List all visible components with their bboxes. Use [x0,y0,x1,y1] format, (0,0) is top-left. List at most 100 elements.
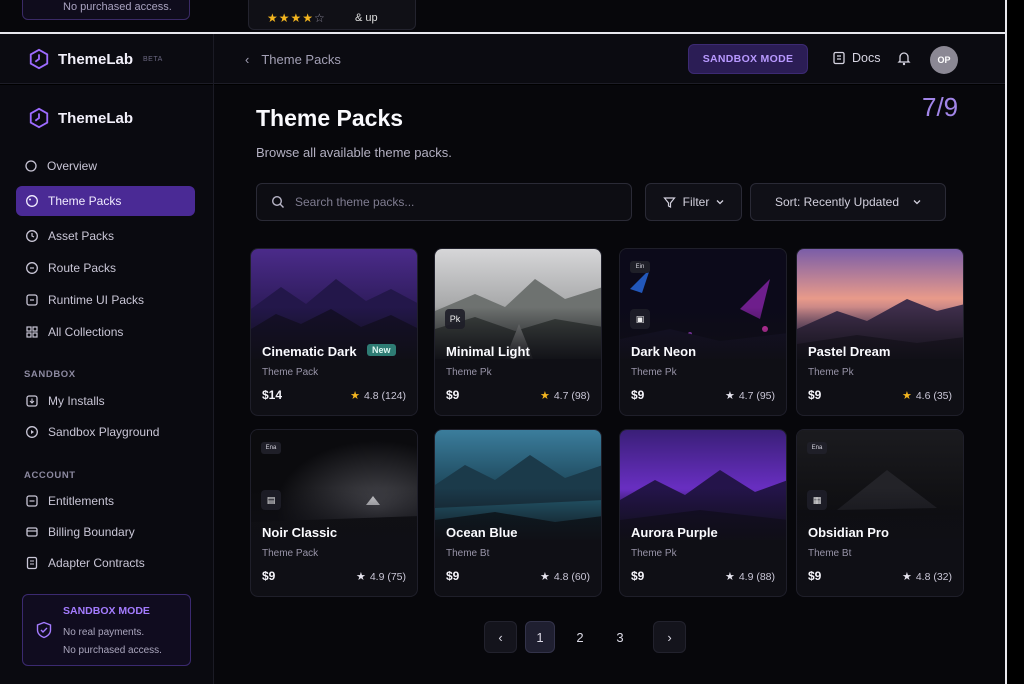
ghost-rating-stars: ★★★★☆ [267,11,326,25]
card-rating: ★ 4.9 (75) [355,570,406,584]
billing-icon [26,527,38,537]
sidebar-brand[interactable]: ThemeLab [28,107,133,129]
sidebar-item-label: Adapter Contracts [48,556,145,570]
top-brand[interactable]: ThemeLab BETA [28,48,163,70]
sandbox-notice-title: SANDBOX MODE [63,605,150,617]
installs-icon [26,395,38,407]
user-avatar[interactable]: OP [930,46,958,74]
card-price: $9 [262,569,276,583]
search-input[interactable] [295,195,615,209]
pagination-next-button[interactable]: › [653,621,686,653]
card-price: $14 [262,388,283,402]
search-box[interactable] [256,183,632,221]
grid-icon [26,326,38,338]
back-breadcrumb[interactable]: ‹ Theme Packs [245,52,341,67]
section-label-account: ACCOUNT [24,470,76,481]
chevron-right-icon: › [667,629,672,645]
sidebar-item-adapter-contracts[interactable]: Adapter Contracts [16,548,195,578]
card-price: $9 [446,569,460,583]
ghost-sidebar-text: No purchased access. [63,1,172,13]
card-title: Obsidian Pro [808,525,889,540]
sidebar-item-label: Sandbox Playground [48,425,160,439]
sidebar-item-overview[interactable]: Overview [14,151,193,181]
filter-label: Filter [682,195,710,209]
sidebar-item-billing-boundary[interactable]: Billing Boundary [16,517,195,547]
theme-card-dark-neon[interactable]: Ein ▣ Dark Neon Theme Pk $9 ★ 4.7 (95) [619,248,787,416]
theme-card-pastel-dream[interactable]: Pastel Dream Theme Pk $9 ★ 4.6 (35) [796,248,964,416]
pagination-page-1[interactable]: 1 [525,621,555,653]
star-icon: ★ [539,571,550,583]
themelab-logo-icon [29,48,49,70]
sidebar-item-label: All Collections [48,325,124,339]
card-title: Minimal Light [446,344,530,359]
star-icon: ★ [724,390,735,402]
sidebar-item-my-installs[interactable]: My Installs [16,386,195,416]
card-title: Pastel Dream [808,344,891,359]
sidebar-brand-name: ThemeLab [58,109,134,127]
card-tag: Pk [445,309,465,329]
section-label-sandbox: SANDBOX [24,369,76,380]
star-icon: ★ [539,390,550,402]
sidebar-item-route-packs[interactable]: Route Packs [16,253,195,283]
chevron-left-icon: ‹ [498,629,503,645]
bell-icon[interactable] [896,50,912,66]
sidebar-item-label: Runtime UI Packs [48,293,145,307]
star-icon: ★ [901,571,912,583]
sandbox-notice-line1: No real payments. [63,627,145,638]
card-title: Dark Neon [631,344,697,359]
docs-link[interactable]: Docs [832,51,880,65]
brand-name: ThemeLab [58,50,134,68]
playground-icon [26,426,38,438]
sidebar-item-entitlements[interactable]: Entitlements [16,486,195,516]
chevron-down-icon [913,200,921,205]
sidebar-item-theme-packs[interactable]: Theme Packs [16,186,195,216]
frame-right-margin [1007,0,1024,684]
chevron-left-icon: ‹ [245,52,250,67]
document-icon [833,51,845,65]
card-type: Theme Pack [262,548,319,559]
shield-icon [36,621,52,639]
sidebar-item-label: Route Packs [48,261,117,275]
theme-card-ocean-blue[interactable]: Ocean Blue Theme Bt $9 ★ 4.8 (60) [434,429,602,597]
sort-dropdown[interactable]: Sort: Recently Updated [750,183,946,221]
theme-card-obsidian-pro[interactable]: Ena ▦ Obsidian Pro Theme Bt $9 ★ 4.8 (32) [796,429,964,597]
pagination-prev-button[interactable]: ‹ [484,621,517,653]
themelab-logo-icon [29,107,49,129]
overview-icon [25,160,37,172]
sandbox-mode-badge: SANDBOX MODE [688,44,808,74]
page-title: Theme Packs [256,105,404,131]
theme-card-minimal-light[interactable]: Pk Minimal Light Theme Pk $9 ★ 4.7 (98) [434,248,602,416]
route-icon [26,262,38,274]
sidebar-item-label: My Installs [48,394,105,408]
card-rating: ★ 4.8 (60) [539,570,590,584]
asset-icon [26,230,38,242]
top-bar: ThemeLab BETA ‹ Theme Packs SANDBOX MODE… [0,34,1005,84]
card-tag: Ena [261,442,281,454]
card-title: Aurora Purple [631,525,718,540]
funnel-icon [662,196,676,208]
sidebar-item-runtime-ui-packs[interactable]: Runtime UI Packs [16,285,195,315]
card-price: $9 [631,388,645,402]
sidebar-item-sandbox-playground[interactable]: Sandbox Playground [16,417,195,447]
new-badge: New [367,344,396,356]
layout-icon: ▦ [807,490,827,510]
pagination-page-3[interactable]: 3 [605,621,635,653]
theme-card-noir-classic[interactable]: Ena ▤ Noir Classic Theme Pack $9 ★ 4.9 (7… [250,429,418,597]
star-icon: ★ [355,571,366,583]
card-rating: ★ 4.7 (95) [724,389,775,403]
sidebar: ThemeLab Overview Theme Packs Asset Pack… [0,85,213,684]
card-title: Noir Classic [262,525,338,540]
theme-card-cinematic-dark[interactable]: Cinematic Dark New Theme Pack $14 ★ 4.8 (… [250,248,418,416]
theme-card-aurora-purple[interactable]: Aurora Purple Theme Pk $9 ★ 4.9 (88) [619,429,787,597]
card-type: Theme Pk [808,367,854,378]
pagination-page-2[interactable]: 2 [565,621,595,653]
sidebar-item-label: Asset Packs [48,229,115,243]
search-icon [271,195,284,208]
sidebar-item-all-collections[interactable]: All Collections [16,317,195,347]
card-rating: ★ 4.8 (124) [350,389,406,403]
card-price: $9 [808,388,822,402]
card-type: Theme Bt [808,548,852,559]
sidebar-item-asset-packs[interactable]: Asset Packs [16,221,195,251]
sidebar-item-label: Overview [47,159,98,173]
filter-button[interactable]: Filter [645,183,742,221]
